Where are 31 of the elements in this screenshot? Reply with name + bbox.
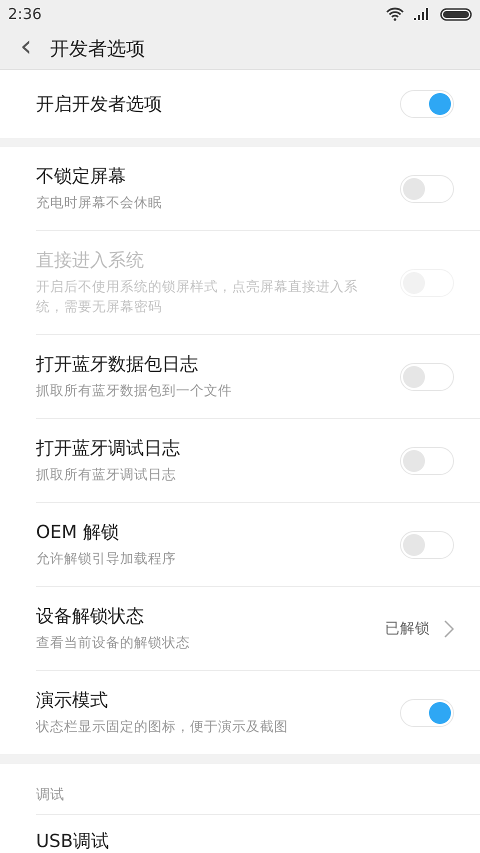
- setting-title: USB调试: [36, 830, 109, 852]
- setting-title: 开启开发者选项: [36, 92, 163, 116]
- toggle-switch[interactable]: [400, 530, 454, 559]
- setting-description: 抓取所有蓝牙数据包到一个文件: [36, 382, 233, 402]
- wifi-icon: [386, 7, 404, 22]
- section-header: 调试: [36, 786, 64, 803]
- setting-title: OEM 解锁: [36, 521, 120, 544]
- page-title: 开发者选项: [50, 36, 145, 62]
- setting-description: 充电时屏幕不会休眠: [36, 194, 163, 214]
- setting-description: 状态栏显示固定的图标，便于演示及截图: [36, 718, 289, 738]
- status-time: 2:36: [8, 5, 42, 24]
- setting-title: 演示模式: [36, 689, 109, 712]
- setting-title: 不锁定屏幕: [36, 165, 127, 188]
- setting-title: 设备解锁状态: [36, 605, 145, 628]
- battery-icon: [440, 8, 472, 21]
- toggle-switch[interactable]: [400, 174, 454, 203]
- setting-title: 打开蓝牙调试日志: [36, 437, 181, 460]
- chevron-right-icon[interactable]: [444, 620, 454, 638]
- toggle-switch[interactable]: [400, 698, 454, 727]
- setting-title: 直接进入系统: [36, 249, 145, 272]
- setting-description: 开启后不使用系统的锁屏样式，点亮屏幕直接进入系统，需要无屏幕密码: [36, 278, 359, 318]
- setting-value: 已解锁: [385, 620, 430, 638]
- back-button[interactable]: ‹: [20, 32, 44, 66]
- setting-description: 查看当前设备的解锁状态: [36, 634, 191, 654]
- toggle-switch[interactable]: [400, 362, 454, 391]
- toggle-switch[interactable]: [400, 446, 454, 475]
- signal-icon: [414, 8, 430, 20]
- setting-description: 允许解锁引导加载程序: [36, 550, 177, 570]
- toggle-switch[interactable]: [400, 90, 454, 118]
- setting-description: 抓取所有蓝牙调试日志: [36, 466, 177, 486]
- setting-title: 打开蓝牙数据包日志: [36, 353, 199, 376]
